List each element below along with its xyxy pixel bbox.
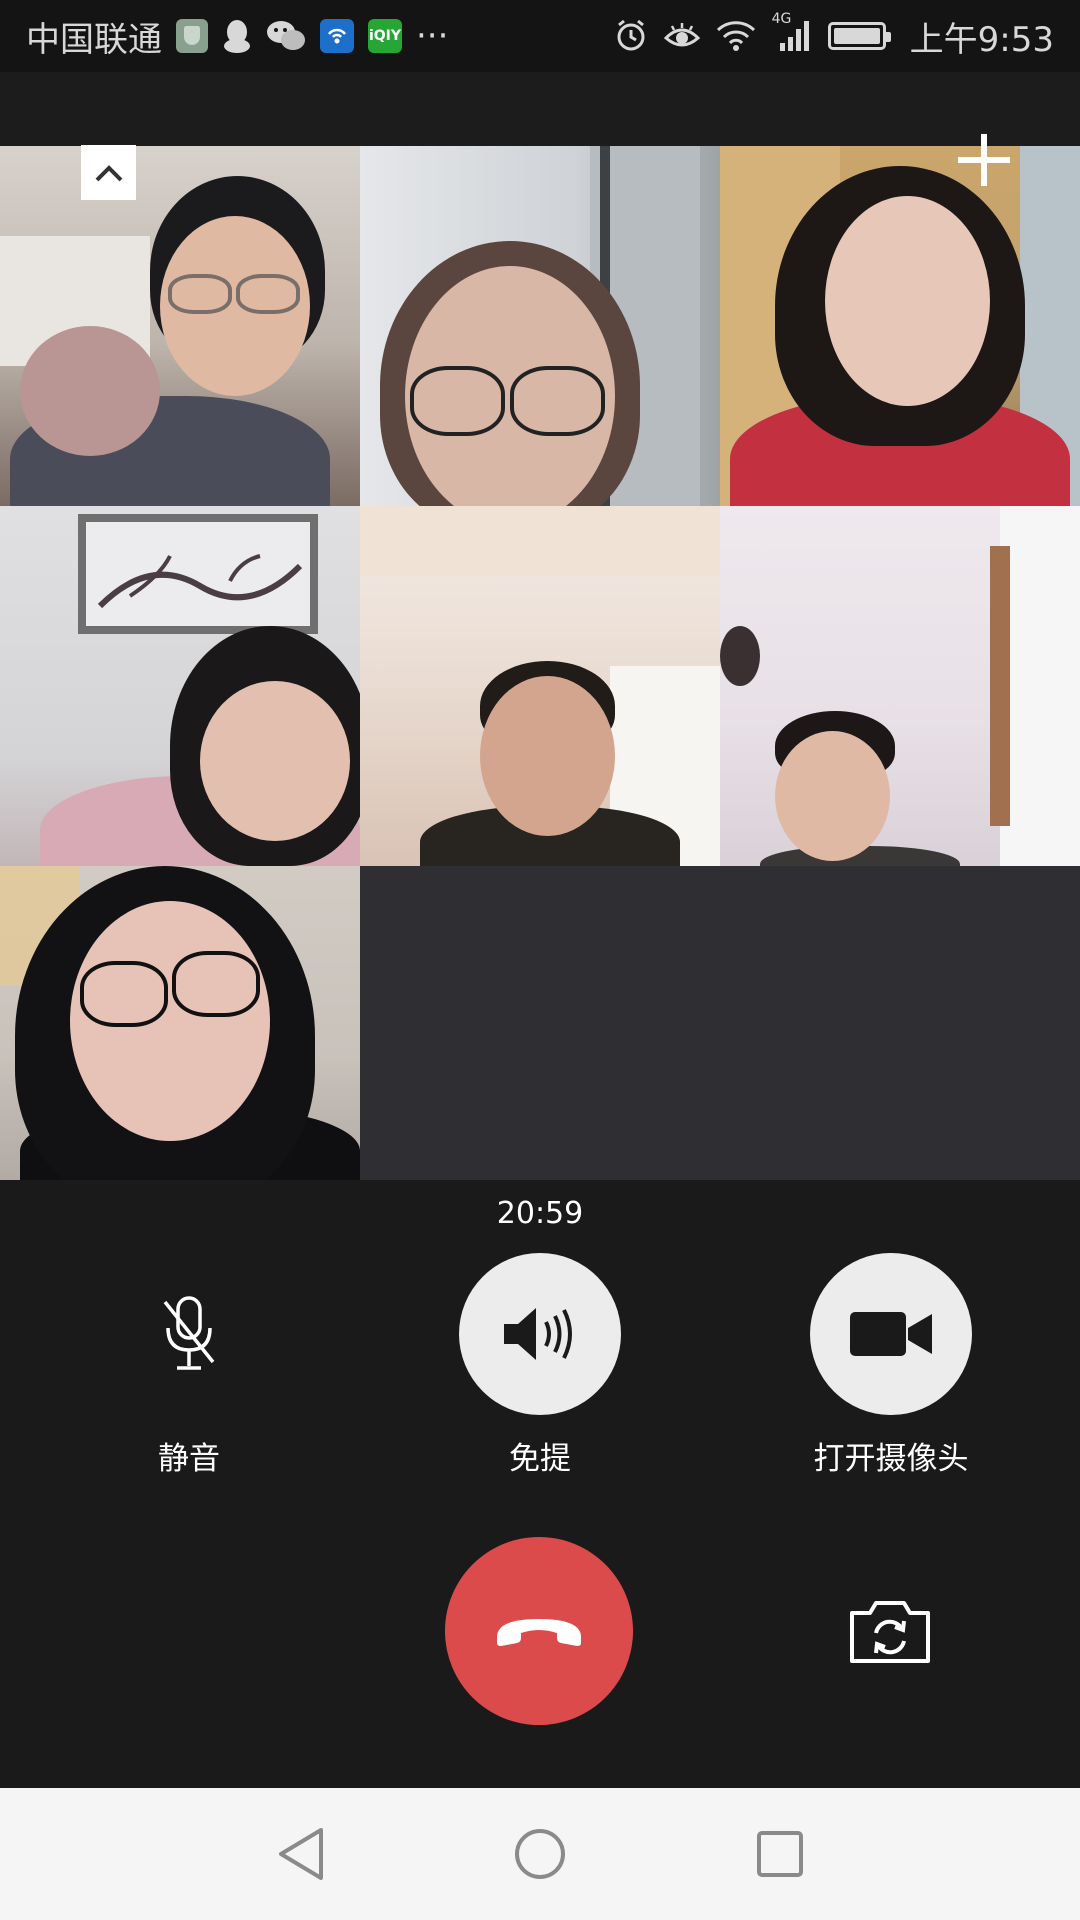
network-type: 4G bbox=[771, 11, 792, 27]
empty-video-slot bbox=[360, 866, 720, 1180]
battery-icon bbox=[827, 22, 891, 50]
collapse-button[interactable] bbox=[81, 145, 136, 200]
speaker-control[interactable]: 免提 bbox=[440, 1253, 640, 1478]
video-camera-icon bbox=[850, 1312, 932, 1356]
iqiyi-icon: iQIY bbox=[368, 19, 402, 53]
add-participant-button[interactable] bbox=[954, 130, 1014, 190]
back-triangle-icon bbox=[279, 1828, 323, 1880]
camera-label: 打开摄像头 bbox=[813, 1441, 969, 1477]
speaker-button[interactable] bbox=[459, 1253, 621, 1415]
call-duration: 20:59 bbox=[496, 1196, 584, 1231]
speaker-icon bbox=[504, 1308, 572, 1360]
clock: 上午9:53 bbox=[909, 19, 1054, 60]
participant-video-3[interactable] bbox=[720, 146, 1080, 506]
empty-video-slot bbox=[720, 866, 1080, 1180]
participant-video-4[interactable] bbox=[0, 506, 360, 866]
plus-icon bbox=[958, 134, 1010, 186]
recents-square-icon bbox=[757, 1831, 803, 1877]
qq-icon bbox=[222, 18, 252, 54]
chevron-up-icon bbox=[95, 164, 122, 181]
mute-label: 静音 bbox=[158, 1441, 220, 1477]
signal-icon: 4G bbox=[772, 11, 812, 53]
participant-video-5[interactable] bbox=[360, 506, 720, 866]
wifi-icon bbox=[716, 20, 756, 52]
participant-video-6[interactable] bbox=[720, 506, 1080, 866]
more-notifications-icon: ··· bbox=[416, 16, 449, 56]
top-band bbox=[0, 72, 1080, 146]
home-button[interactable] bbox=[504, 1818, 576, 1890]
camera-button[interactable] bbox=[810, 1253, 972, 1415]
wifi-hotspot-app-icon bbox=[320, 19, 354, 53]
hang-up-button[interactable] bbox=[445, 1537, 633, 1725]
speaker-label: 免提 bbox=[509, 1441, 571, 1477]
switch-camera-icon bbox=[850, 1601, 930, 1663]
eye-care-icon bbox=[663, 22, 700, 50]
navigation-bar bbox=[0, 1788, 1080, 1920]
camera-control[interactable]: 打开摄像头 bbox=[791, 1253, 991, 1478]
switch-camera-button[interactable] bbox=[840, 1592, 940, 1672]
mute-control[interactable]: 静音 bbox=[89, 1253, 289, 1478]
shield-icon bbox=[176, 19, 208, 53]
participant-video-2[interactable] bbox=[360, 146, 720, 506]
recents-button[interactable] bbox=[744, 1818, 816, 1890]
phone-hangup-icon bbox=[497, 1619, 581, 1646]
mute-button[interactable] bbox=[108, 1253, 270, 1415]
status-bar: 中国联通 iQIY ··· 4G 上午9:53 bbox=[0, 0, 1080, 72]
video-grid bbox=[0, 146, 1080, 1180]
wechat-icon bbox=[266, 19, 306, 53]
back-button[interactable] bbox=[265, 1818, 337, 1890]
microphone-off-icon bbox=[163, 1296, 215, 1370]
home-circle-icon bbox=[515, 1829, 565, 1879]
participant-video-7[interactable] bbox=[0, 866, 360, 1180]
alarm-icon bbox=[614, 19, 648, 53]
participant-video-1[interactable] bbox=[0, 146, 360, 506]
carrier-name: 中国联通 bbox=[26, 19, 162, 60]
